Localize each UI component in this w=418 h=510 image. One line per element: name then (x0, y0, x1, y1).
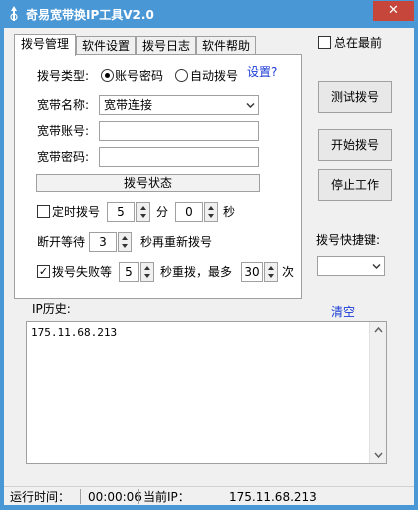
chevron-down-icon (372, 264, 381, 269)
broadband-account-label: 宽带账号: (37, 124, 90, 138)
ip-history-list: 175.11.68.213 (31, 326, 117, 340)
spin-down-icon (122, 244, 128, 248)
window-title: 奇易宽带换IP工具V2.0 (26, 8, 154, 22)
topmost-checkbox[interactable] (318, 36, 331, 49)
ip-history-entry: 175.11.68.213 (31, 326, 118, 339)
runtime-label: 运行时间： (10, 490, 71, 504)
ip-history-textarea[interactable]: 175.11.68.213 (26, 321, 387, 464)
spin-down-icon (208, 214, 214, 218)
timer-minutes-spinner[interactable] (136, 202, 150, 222)
hotkey-select[interactable] (317, 256, 385, 276)
status-bar: 运行时间： 00:00:06 当前IP： 175.11.68.213 (4, 486, 414, 505)
timer-checkbox[interactable] (37, 205, 50, 218)
timer-seconds-unit: 秒 (223, 205, 236, 219)
status-separator (80, 489, 81, 504)
start-dial-button[interactable]: 开始拨号 (318, 129, 392, 161)
radio-account-password[interactable] (101, 69, 114, 82)
retry-unit-label: 次 (282, 265, 295, 279)
tab-software-settings[interactable]: 软件设置 (76, 36, 136, 56)
timer-seconds-input[interactable]: 0 (175, 202, 203, 222)
scroll-down-icon[interactable] (374, 452, 383, 459)
scroll-up-icon[interactable] (374, 326, 383, 333)
retry-max-spinner[interactable] (264, 262, 278, 282)
settings-link[interactable]: 设置? (247, 63, 277, 80)
spin-up-icon (208, 206, 214, 210)
spin-down-icon (140, 214, 146, 218)
clear-history-link[interactable]: 清空 (331, 303, 355, 320)
dial-type-label: 拨号类型: (37, 69, 90, 83)
broadband-password-input[interactable] (99, 147, 259, 167)
chevron-down-icon (246, 103, 255, 108)
retry-wait-spinner[interactable] (140, 262, 154, 282)
stop-work-button[interactable]: 停止工作 (318, 169, 392, 201)
close-button[interactable]: ✕ (373, 1, 414, 21)
timer-label: 定时拨号 (52, 205, 101, 219)
timer-minutes-input[interactable]: 5 (107, 202, 135, 222)
wait-seconds-input[interactable]: 3 (89, 232, 117, 252)
tab-software-help[interactable]: 软件帮助 (196, 36, 256, 56)
broadband-name-select[interactable]: 宽带连接 (99, 95, 259, 115)
app-icon (10, 6, 18, 21)
timer-seconds-spinner[interactable] (204, 202, 218, 222)
retry-max-input[interactable]: 30 (241, 262, 263, 282)
spin-up-icon (144, 266, 150, 270)
spin-up-icon (140, 206, 146, 210)
timer-minutes-unit: 分 (156, 205, 169, 219)
spin-up-icon (268, 266, 274, 270)
radio-auto-dial-label[interactable]: 自动拨号 (190, 69, 238, 83)
broadband-password-label: 宽带密码: (37, 150, 90, 164)
runtime-value: 00:00:06 (88, 490, 142, 504)
broadband-name-value: 宽带连接 (104, 98, 153, 112)
tab-dial-manage[interactable]: 拨号管理 (14, 34, 76, 56)
test-dial-button[interactable]: 测试拨号 (318, 81, 392, 113)
vertical-scrollbar[interactable] (369, 322, 386, 463)
retry-label: 拨号失败等 (52, 265, 113, 279)
broadband-account-input[interactable] (99, 121, 259, 141)
wait-label: 断开等待 (37, 235, 86, 249)
broadband-name-label: 宽带名称: (37, 98, 90, 112)
spin-up-icon (122, 236, 128, 240)
current-ip-label: 当前IP： (143, 490, 190, 504)
retry-checkbox[interactable]: ✓ (37, 265, 50, 278)
current-ip-value: 175.11.68.213 (229, 490, 317, 504)
spin-down-icon (268, 274, 274, 278)
tab-dial-log[interactable]: 拨号日志 (136, 36, 196, 56)
wait-seconds-spinner[interactable] (118, 232, 132, 252)
retry-mid-label: 秒重拨，最多 (160, 265, 233, 279)
dial-status-button[interactable]: 拨号状态 (36, 174, 260, 192)
radio-account-password-label[interactable]: 账号密码 (115, 69, 163, 83)
wait-suffix-label: 秒再重新拨号 (140, 235, 213, 249)
status-separator (138, 489, 139, 504)
radio-auto-dial[interactable] (175, 69, 188, 82)
spin-down-icon (144, 274, 150, 278)
retry-wait-input[interactable]: 5 (119, 262, 139, 282)
tab-panel-dial: 拨号类型: 账号密码 自动拨号 设置? 宽带名称: 宽带连接 宽带账号: 宽带密… (14, 54, 302, 299)
hotkey-label: 拨号快捷键: (316, 233, 381, 247)
topmost-label: 总在最前 (334, 36, 383, 50)
ip-history-label: IP历史: (32, 302, 71, 316)
